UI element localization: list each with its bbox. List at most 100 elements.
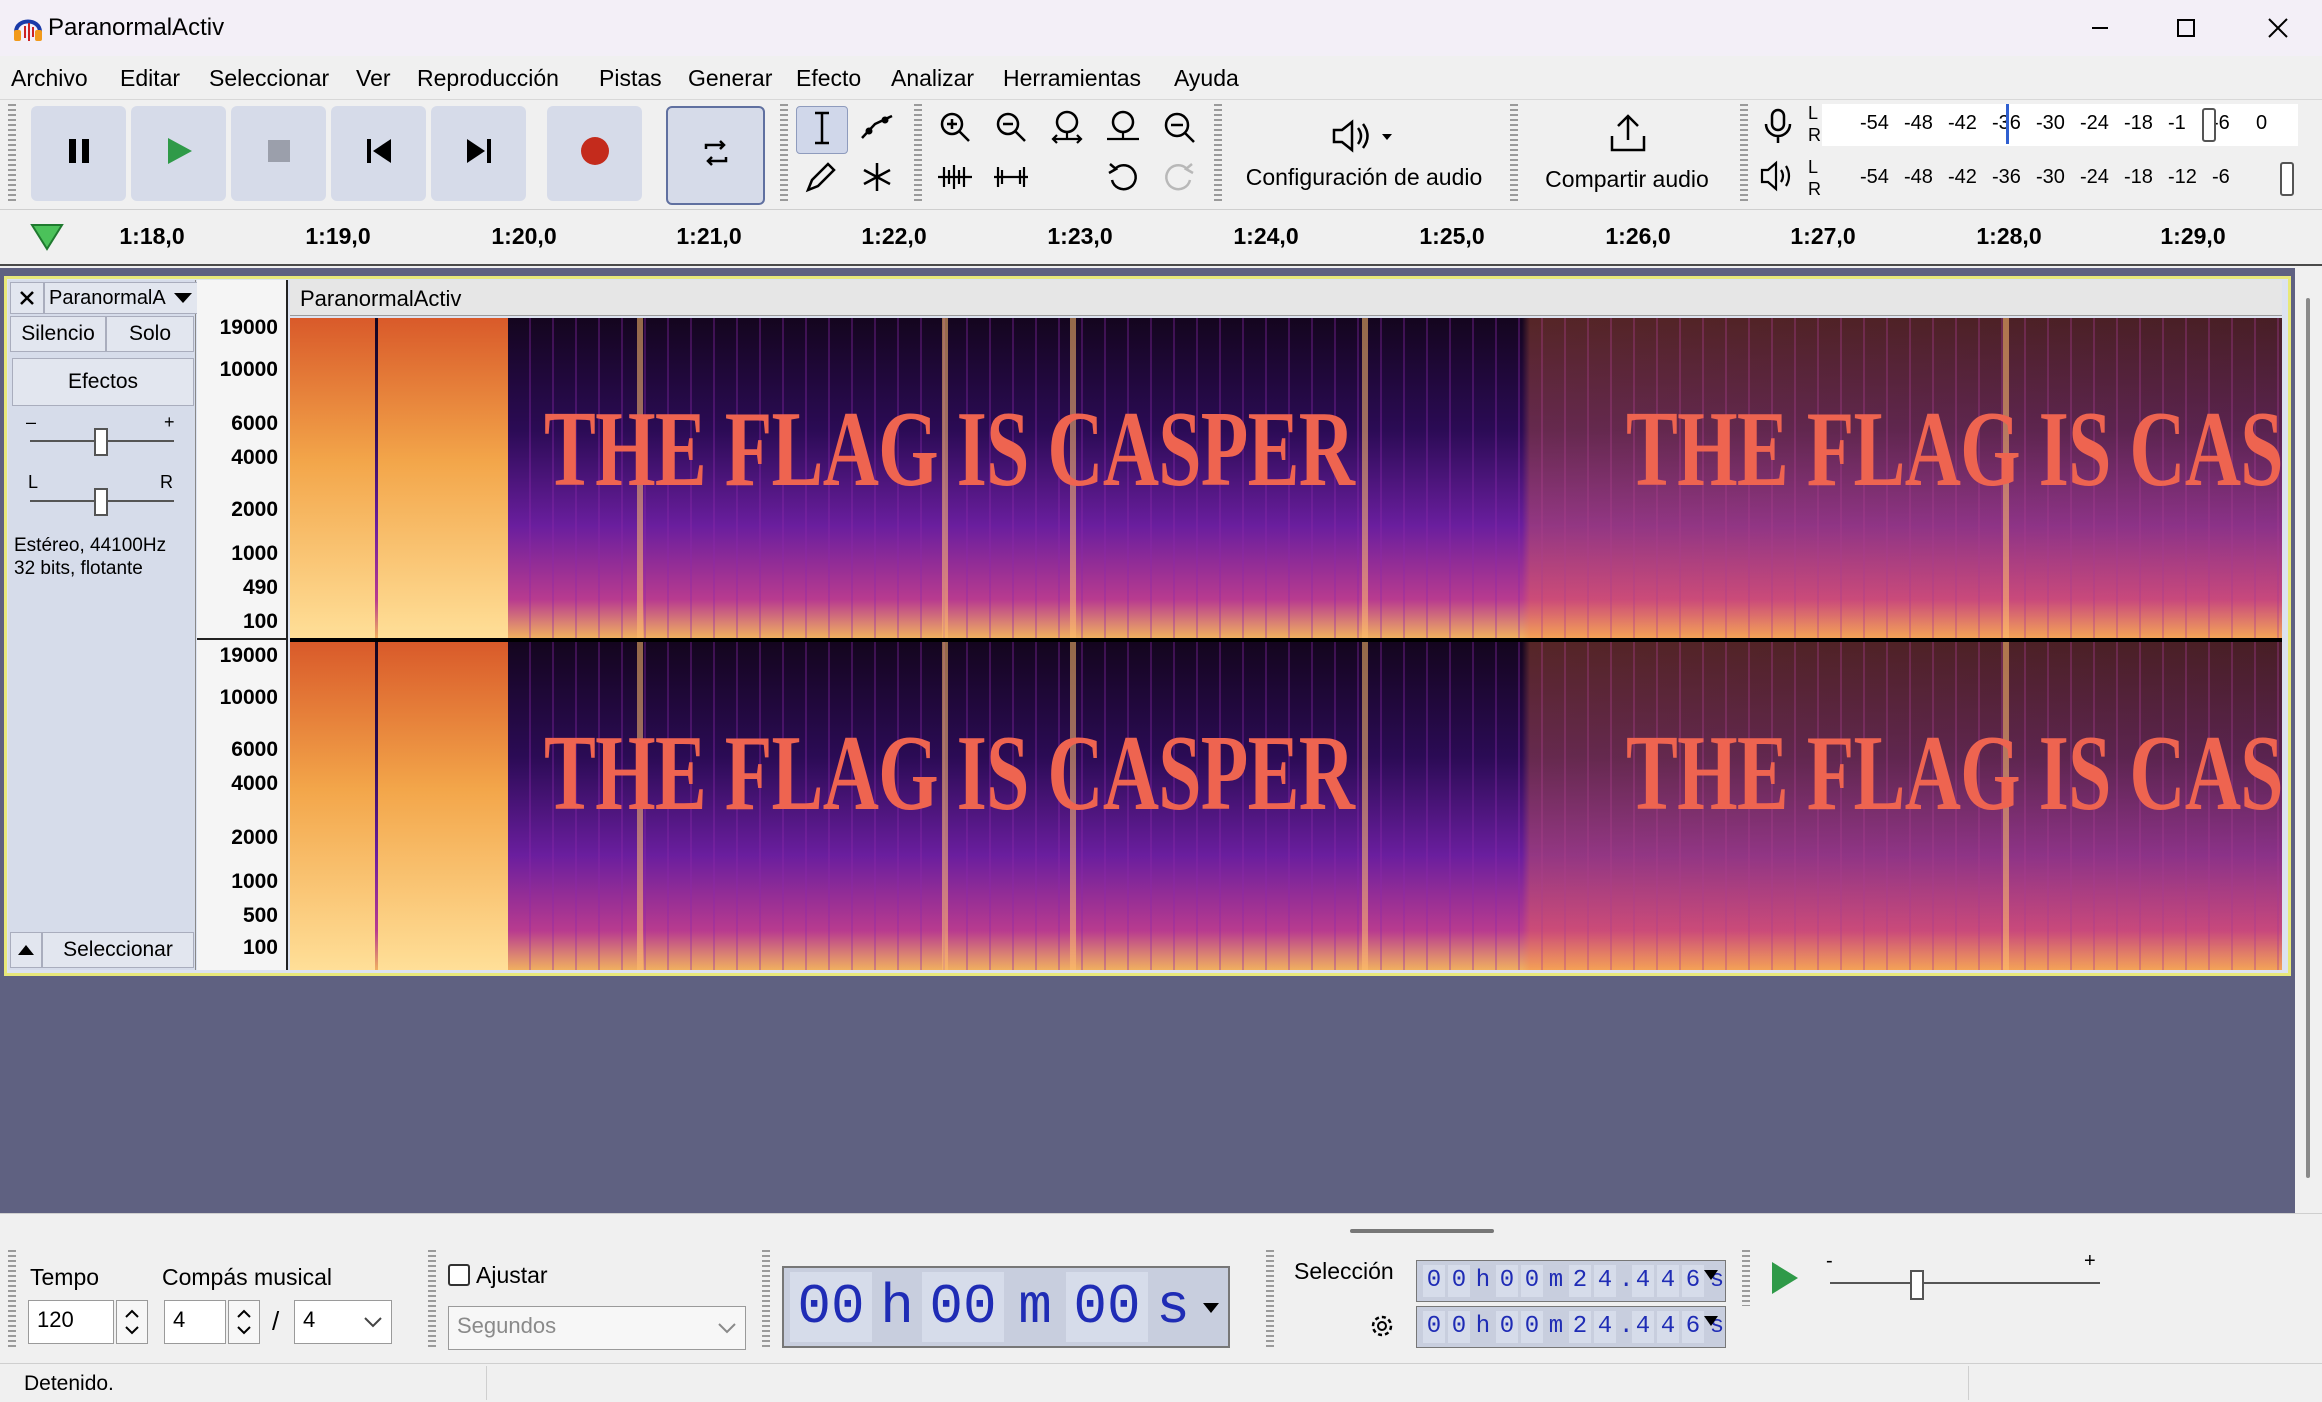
spectrogram-left-channel[interactable]: THE FLAG IS CASPER THE FLAG IS CAS	[290, 318, 2282, 638]
playback-meter[interactable]: -54 -48 -42 -36 -30 -24 -18 -12 -6	[1822, 158, 2298, 200]
menu-reproduccion[interactable]: Reproducción	[417, 64, 559, 92]
time-toolbar-grip[interactable]	[762, 1250, 770, 1350]
selection-start-digit: 6	[1682, 1265, 1704, 1297]
playback-meter-button[interactable]	[1758, 158, 1802, 202]
pin-playhead-icon[interactable]	[30, 221, 64, 258]
selection-start-field[interactable]: 00h00m24.446s	[1416, 1260, 1726, 1302]
tempo-input[interactable]: 120	[28, 1300, 114, 1344]
time-sig-numerator-input[interactable]: 4	[164, 1300, 226, 1344]
selection-end-digit: 6	[1682, 1311, 1704, 1343]
zoom-in-button[interactable]	[930, 106, 980, 152]
silence-audio-button[interactable]	[986, 156, 1036, 202]
time-signature-grip[interactable]	[8, 1250, 16, 1350]
selection-toolbar-grip[interactable]	[1266, 1250, 1274, 1350]
record-meter-button[interactable]	[1758, 106, 1802, 150]
tempo-spinner[interactable]	[116, 1300, 148, 1344]
skip-to-end-button[interactable]	[431, 106, 526, 201]
time-sig-denominator-select[interactable]: 4	[294, 1300, 392, 1344]
menu-ayuda[interactable]: Ayuda	[1174, 64, 1239, 92]
time-sig-separator: /	[272, 1306, 280, 1336]
maximize-button[interactable]	[2140, 0, 2232, 56]
playback-speed-slider[interactable]	[1830, 1282, 2100, 1284]
menu-editar[interactable]: Editar	[120, 64, 180, 92]
share-audio-grip[interactable]	[1510, 104, 1518, 204]
share-audio-button[interactable]: Compartir audio	[1528, 102, 1726, 206]
time-sig-denominator-value: 4	[303, 1307, 316, 1332]
menu-analizar[interactable]: Analizar	[891, 64, 974, 92]
fit-selection-button[interactable]	[1042, 106, 1092, 152]
record-meter[interactable]: -54 -48 -42 -36 -30 -24 -18 -1 -6 0	[1822, 104, 2298, 146]
timeline-ruler[interactable]: 1:18,0 1:19,0 1:20,0 1:21,0 1:22,0 1:23,…	[0, 211, 2322, 266]
draw-tool-button[interactable]	[796, 156, 846, 202]
playback-meter-slider[interactable]	[2280, 162, 2294, 196]
selection-end-dropdown-icon[interactable]	[1703, 1315, 1719, 1327]
effects-button[interactable]: Efectos	[12, 358, 194, 406]
speed-minus-label: -	[1826, 1250, 1833, 1272]
time-display[interactable]: 00 h 00 m 00 s	[782, 1266, 1230, 1348]
zoom-out-button[interactable]	[986, 106, 1036, 152]
menu-pistas[interactable]: Pistas	[599, 64, 662, 92]
asterisk-icon	[860, 160, 894, 199]
snap-unit-select[interactable]: Segundos	[448, 1306, 746, 1350]
gain-slider-thumb[interactable]	[94, 428, 108, 456]
selection-start-dropdown-icon[interactable]	[1703, 1269, 1719, 1281]
selection-start-digit: 0	[1521, 1265, 1543, 1297]
envelope-tool-button[interactable]	[852, 106, 902, 152]
menu-archivo[interactable]: Archivo	[11, 64, 88, 92]
multi-tool-button[interactable]	[852, 156, 902, 202]
menu-seleccionar[interactable]: Seleccionar	[209, 64, 329, 92]
play-at-speed-button[interactable]	[1764, 1254, 1808, 1304]
speaker-icon	[1330, 118, 1400, 159]
track-name-dropdown[interactable]: ParanormalA	[44, 282, 198, 314]
spinner-arrows-icon	[237, 1309, 251, 1335]
play-button[interactable]	[131, 106, 226, 201]
vertical-scroll-thumb[interactable]	[2306, 298, 2310, 1178]
collapse-track-button[interactable]	[10, 932, 42, 968]
dropdown-arrow-icon	[174, 293, 192, 303]
select-track-button[interactable]: Seleccionar	[42, 932, 194, 968]
playback-speed-thumb[interactable]	[1910, 1270, 1924, 1300]
snap-checkbox[interactable]	[448, 1264, 470, 1286]
audio-setup-button[interactable]: Configuración de audio	[1232, 102, 1496, 206]
undo-button[interactable]	[1098, 156, 1148, 202]
tools-toolbar-grip[interactable]	[780, 104, 788, 204]
trim-audio-button[interactable]	[930, 156, 980, 202]
frequency-ruler[interactable]: 19000 10000 6000 4000 2000 1000 490 100 …	[197, 280, 288, 970]
loop-button[interactable]	[666, 106, 765, 205]
skip-to-start-button[interactable]	[331, 106, 426, 201]
stop-button[interactable]	[231, 106, 326, 201]
pan-slider-thumb[interactable]	[94, 488, 108, 516]
close-window-button[interactable]	[2232, 0, 2322, 56]
zoom-toggle-button[interactable]	[1154, 106, 1204, 152]
pause-button[interactable]	[31, 106, 126, 201]
mute-button[interactable]: Silencio	[10, 316, 106, 352]
envelope-icon	[859, 112, 895, 147]
play-meter-tick: -24	[2080, 166, 2109, 188]
vertical-scrollbar[interactable]	[2298, 268, 2322, 1213]
resize-handle[interactable]	[1350, 1229, 1494, 1233]
time-sig-numerator-spinner[interactable]	[228, 1300, 260, 1344]
selection-end-field[interactable]: 00h00m24.446s	[1416, 1306, 1726, 1348]
edit-toolbar-grip[interactable]	[914, 104, 922, 204]
menu-generar[interactable]: Generar	[688, 64, 772, 92]
record-button[interactable]	[547, 106, 642, 201]
clip-title-bar[interactable]: ParanormalActiv	[290, 280, 2282, 316]
redo-button[interactable]	[1154, 156, 1204, 202]
selection-tool-button[interactable]	[796, 106, 848, 154]
audio-setup-grip[interactable]	[1214, 104, 1222, 204]
solo-button[interactable]: Solo	[106, 316, 194, 352]
meter-toolbar-grip[interactable]	[1740, 104, 1748, 204]
close-track-button[interactable]	[10, 282, 44, 314]
menu-ver[interactable]: Ver	[356, 64, 391, 92]
fit-project-button[interactable]	[1098, 106, 1148, 152]
transport-toolbar-grip[interactable]	[8, 104, 16, 204]
menu-herramientas[interactable]: Herramientas	[1003, 64, 1141, 92]
spectrogram-right-channel[interactable]: THE FLAG IS CASPER THE FLAG IS CAS	[290, 642, 2282, 970]
time-format-dropdown-icon[interactable]	[1202, 1302, 1220, 1314]
selection-settings-button[interactable]	[1366, 1310, 1398, 1342]
play-at-speed-grip[interactable]	[1742, 1250, 1750, 1306]
menu-efecto[interactable]: Efecto	[796, 64, 861, 92]
record-meter-slider[interactable]	[2202, 108, 2216, 142]
snap-toolbar-grip[interactable]	[428, 1250, 436, 1350]
minimize-button[interactable]	[2054, 0, 2146, 56]
